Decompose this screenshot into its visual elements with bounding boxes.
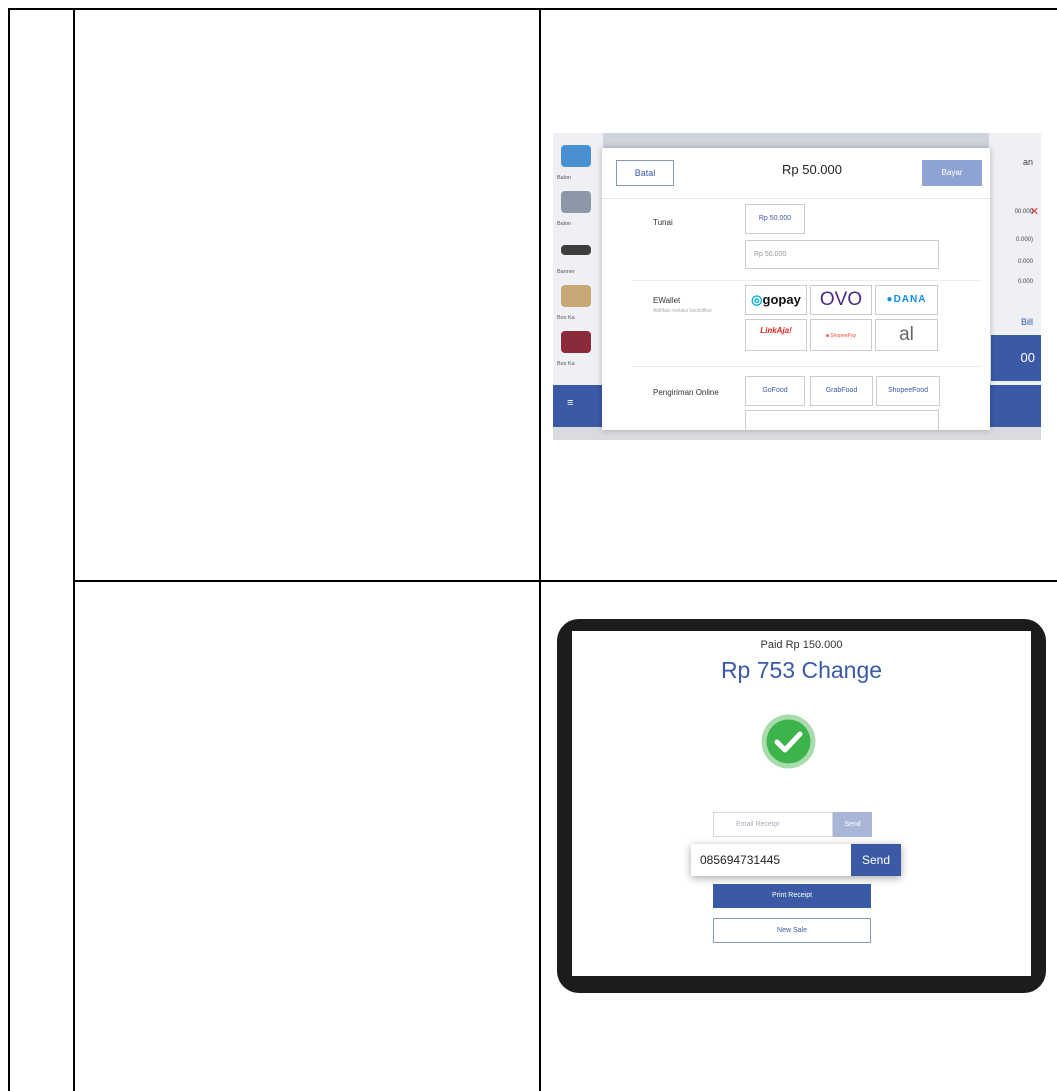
background-product-item: Balon xyxy=(557,143,597,181)
linkaja-button[interactable]: LinkAja! xyxy=(745,319,807,351)
dana-button[interactable]: ●DANA xyxy=(875,285,938,315)
divider xyxy=(632,280,982,281)
email-receipt-input[interactable]: Email Receipt xyxy=(713,812,833,837)
menu-icon: ≡ xyxy=(567,397,574,409)
receipt-screen: Paid Rp 150.000 Rp 753 Change Email Rece… xyxy=(572,631,1031,976)
cash-amount-input[interactable]: Rp 50.000 xyxy=(745,240,939,269)
table-border-top xyxy=(8,8,1057,10)
pay-button[interactable]: Bayar xyxy=(922,160,982,186)
cash-quick-amount-button[interactable]: Rp 50.000 xyxy=(745,204,805,234)
background-product-item: Balon xyxy=(557,189,597,227)
dana-icon: ● xyxy=(886,294,894,305)
shopee-bag-icon: ■ xyxy=(825,333,829,339)
cash-label: Tunai xyxy=(653,218,673,227)
payment-dialog-screenshot: Balon Balon Banner Box Ka Box Ka an 00.0… xyxy=(553,133,1041,440)
success-check-icon xyxy=(761,714,816,769)
table-row-divider xyxy=(73,580,1057,582)
table-column-divider-2 xyxy=(539,8,541,1091)
ovo-button[interactable]: OVO xyxy=(810,285,872,315)
shopeefood-button[interactable]: ShopeeFood xyxy=(876,376,940,406)
gofood-button[interactable]: GoFood xyxy=(745,376,805,406)
background-product-item: Box Ka xyxy=(557,283,597,321)
phone-send-button[interactable]: Send xyxy=(851,844,901,876)
change-text: Rp 753 Change xyxy=(720,657,883,683)
email-send-button[interactable]: Send xyxy=(833,812,872,837)
print-receipt-button[interactable]: Print Receipt xyxy=(713,884,871,908)
remove-icon: ✕ xyxy=(1029,206,1039,218)
background-product-item: Box Ka xyxy=(557,329,597,367)
ewallet-sublabel: Aktifkan melalui backoffice xyxy=(653,308,712,314)
phone-number-input[interactable]: 085694731445 xyxy=(691,844,851,876)
gopay-button[interactable]: ◎gopay xyxy=(745,285,807,315)
cancel-button[interactable]: Batal xyxy=(616,160,674,186)
gopay-icon: ◎ xyxy=(751,292,763,307)
payment-dialog: Batal Rp 50.000 Bayar Tunai Rp 50.000 Rp… xyxy=(602,148,990,430)
background-product-list: Balon Balon Banner Box Ka Box Ka xyxy=(553,133,603,385)
al-button[interactable]: al xyxy=(875,319,938,351)
paid-text: Paid Rp 150.000 xyxy=(760,639,843,651)
shopeepay-button[interactable]: ■ ShopeePay xyxy=(810,319,872,351)
table-column-divider-1 xyxy=(73,8,75,1091)
grabfood-button[interactable]: GrabFood xyxy=(810,376,873,406)
online-delivery-input[interactable] xyxy=(745,410,939,430)
phone-receipt-group: 085694731445 Send xyxy=(691,844,901,876)
new-sale-button[interactable]: New Sale xyxy=(713,918,871,943)
background-pay-button: 00 xyxy=(991,335,1041,381)
background-product-item: Banner xyxy=(557,237,597,275)
divider xyxy=(632,366,982,367)
ewallet-label: EWallet xyxy=(653,296,681,305)
table-border-left xyxy=(8,8,10,1091)
email-receipt-group: Email Receipt Send xyxy=(713,812,872,837)
online-delivery-label: Pengiriman Online xyxy=(653,388,719,397)
payment-amount: Rp 50.000 xyxy=(782,162,842,177)
